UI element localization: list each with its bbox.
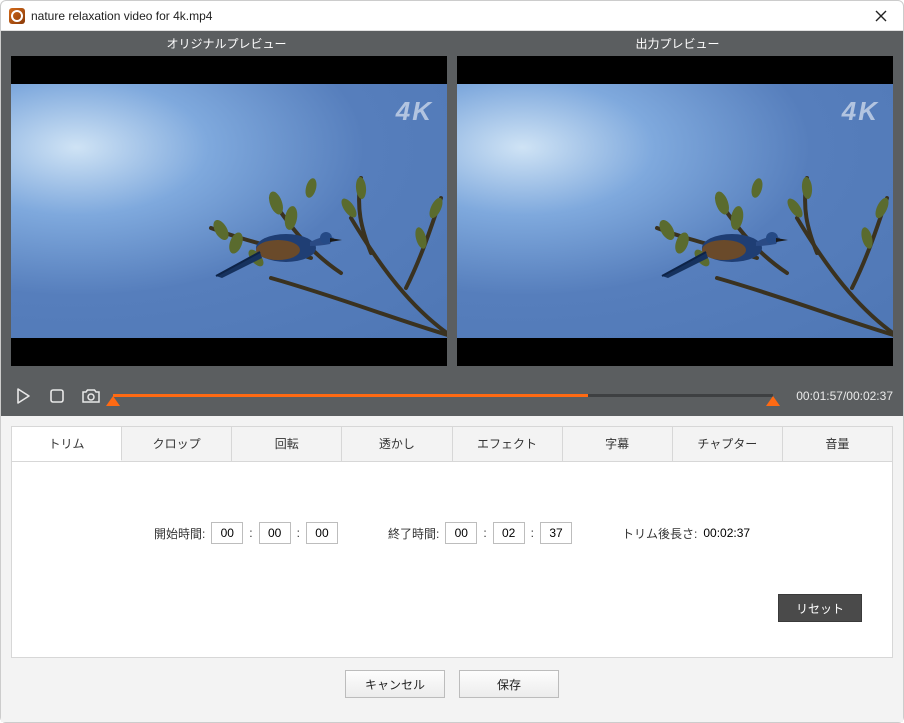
window-title: nature relaxation video for 4k.mp4	[31, 9, 867, 23]
stop-button[interactable]	[45, 384, 69, 408]
dialog-footer: キャンセル 保存	[11, 658, 893, 712]
watermark-4k: 4K	[842, 96, 879, 127]
tab-crop[interactable]: クロップ	[122, 427, 232, 461]
end-time-label: 終了時間:	[388, 525, 439, 542]
tab-trim-panel: 開始時間: : : 終了時間: : : トリム後長さ: 00:02:37 リセ	[11, 462, 893, 658]
start-mm-input[interactable]	[259, 522, 291, 544]
start-ss-input[interactable]	[306, 522, 338, 544]
app-icon	[9, 8, 25, 24]
titlebar: nature relaxation video for 4k.mp4	[1, 1, 903, 31]
time-total: 00:02:37	[846, 389, 893, 403]
output-preview: 4K	[457, 56, 893, 366]
start-hh-input[interactable]	[211, 522, 243, 544]
stop-icon	[49, 388, 65, 404]
cancel-button[interactable]: キャンセル	[345, 670, 445, 698]
tab-trim[interactable]: トリム	[12, 427, 122, 461]
timeline-selection	[113, 394, 588, 397]
timeline[interactable]	[113, 384, 773, 408]
save-button[interactable]: 保存	[459, 670, 559, 698]
tab-subtitle[interactable]: 字幕	[563, 427, 673, 461]
tab-watermark[interactable]: 透かし	[342, 427, 452, 461]
watermark-4k: 4K	[396, 96, 433, 127]
editor-tabs: トリムクロップ回転透かしエフェクト字幕チャプター音量	[11, 426, 893, 462]
post-trim-label: トリム後長さ:	[622, 525, 697, 542]
original-preview: 4K	[11, 56, 447, 366]
original-preview-label: オリジナルプレビュー	[1, 31, 452, 56]
tab-volume[interactable]: 音量	[783, 427, 892, 461]
end-ss-input[interactable]	[540, 522, 572, 544]
snapshot-button[interactable]	[79, 384, 103, 408]
end-mm-input[interactable]	[493, 522, 525, 544]
editor-tabs-area: トリムクロップ回転透かしエフェクト字幕チャプター音量 開始時間: : : 終了時…	[1, 416, 903, 722]
close-button[interactable]	[867, 2, 895, 30]
end-time-group: 終了時間: : :	[388, 522, 572, 544]
post-trim-length: トリム後長さ: 00:02:37	[622, 525, 750, 542]
output-preview-label: 出力プレビュー	[452, 31, 903, 56]
post-trim-value: 00:02:37	[703, 526, 750, 540]
preview-section: オリジナルプレビュー 出力プレビュー 4K	[1, 31, 903, 416]
camera-icon	[81, 388, 101, 404]
start-time-label: 開始時間:	[154, 525, 205, 542]
timecode: 00:01:57/00:02:37	[783, 389, 893, 403]
trim-handle-end[interactable]	[766, 396, 780, 406]
start-time-group: 開始時間: : :	[154, 522, 338, 544]
trim-handle-start[interactable]	[106, 396, 120, 406]
reset-button[interactable]: リセット	[778, 594, 862, 622]
end-hh-input[interactable]	[445, 522, 477, 544]
player-controls: 00:01:57/00:02:37	[1, 376, 903, 416]
tab-chapter[interactable]: チャプター	[673, 427, 783, 461]
time-current: 00:01:57	[796, 389, 843, 403]
tab-effect[interactable]: エフェクト	[453, 427, 563, 461]
tab-rotate[interactable]: 回転	[232, 427, 342, 461]
close-icon	[875, 10, 887, 22]
play-icon	[14, 387, 32, 405]
play-button[interactable]	[11, 384, 35, 408]
